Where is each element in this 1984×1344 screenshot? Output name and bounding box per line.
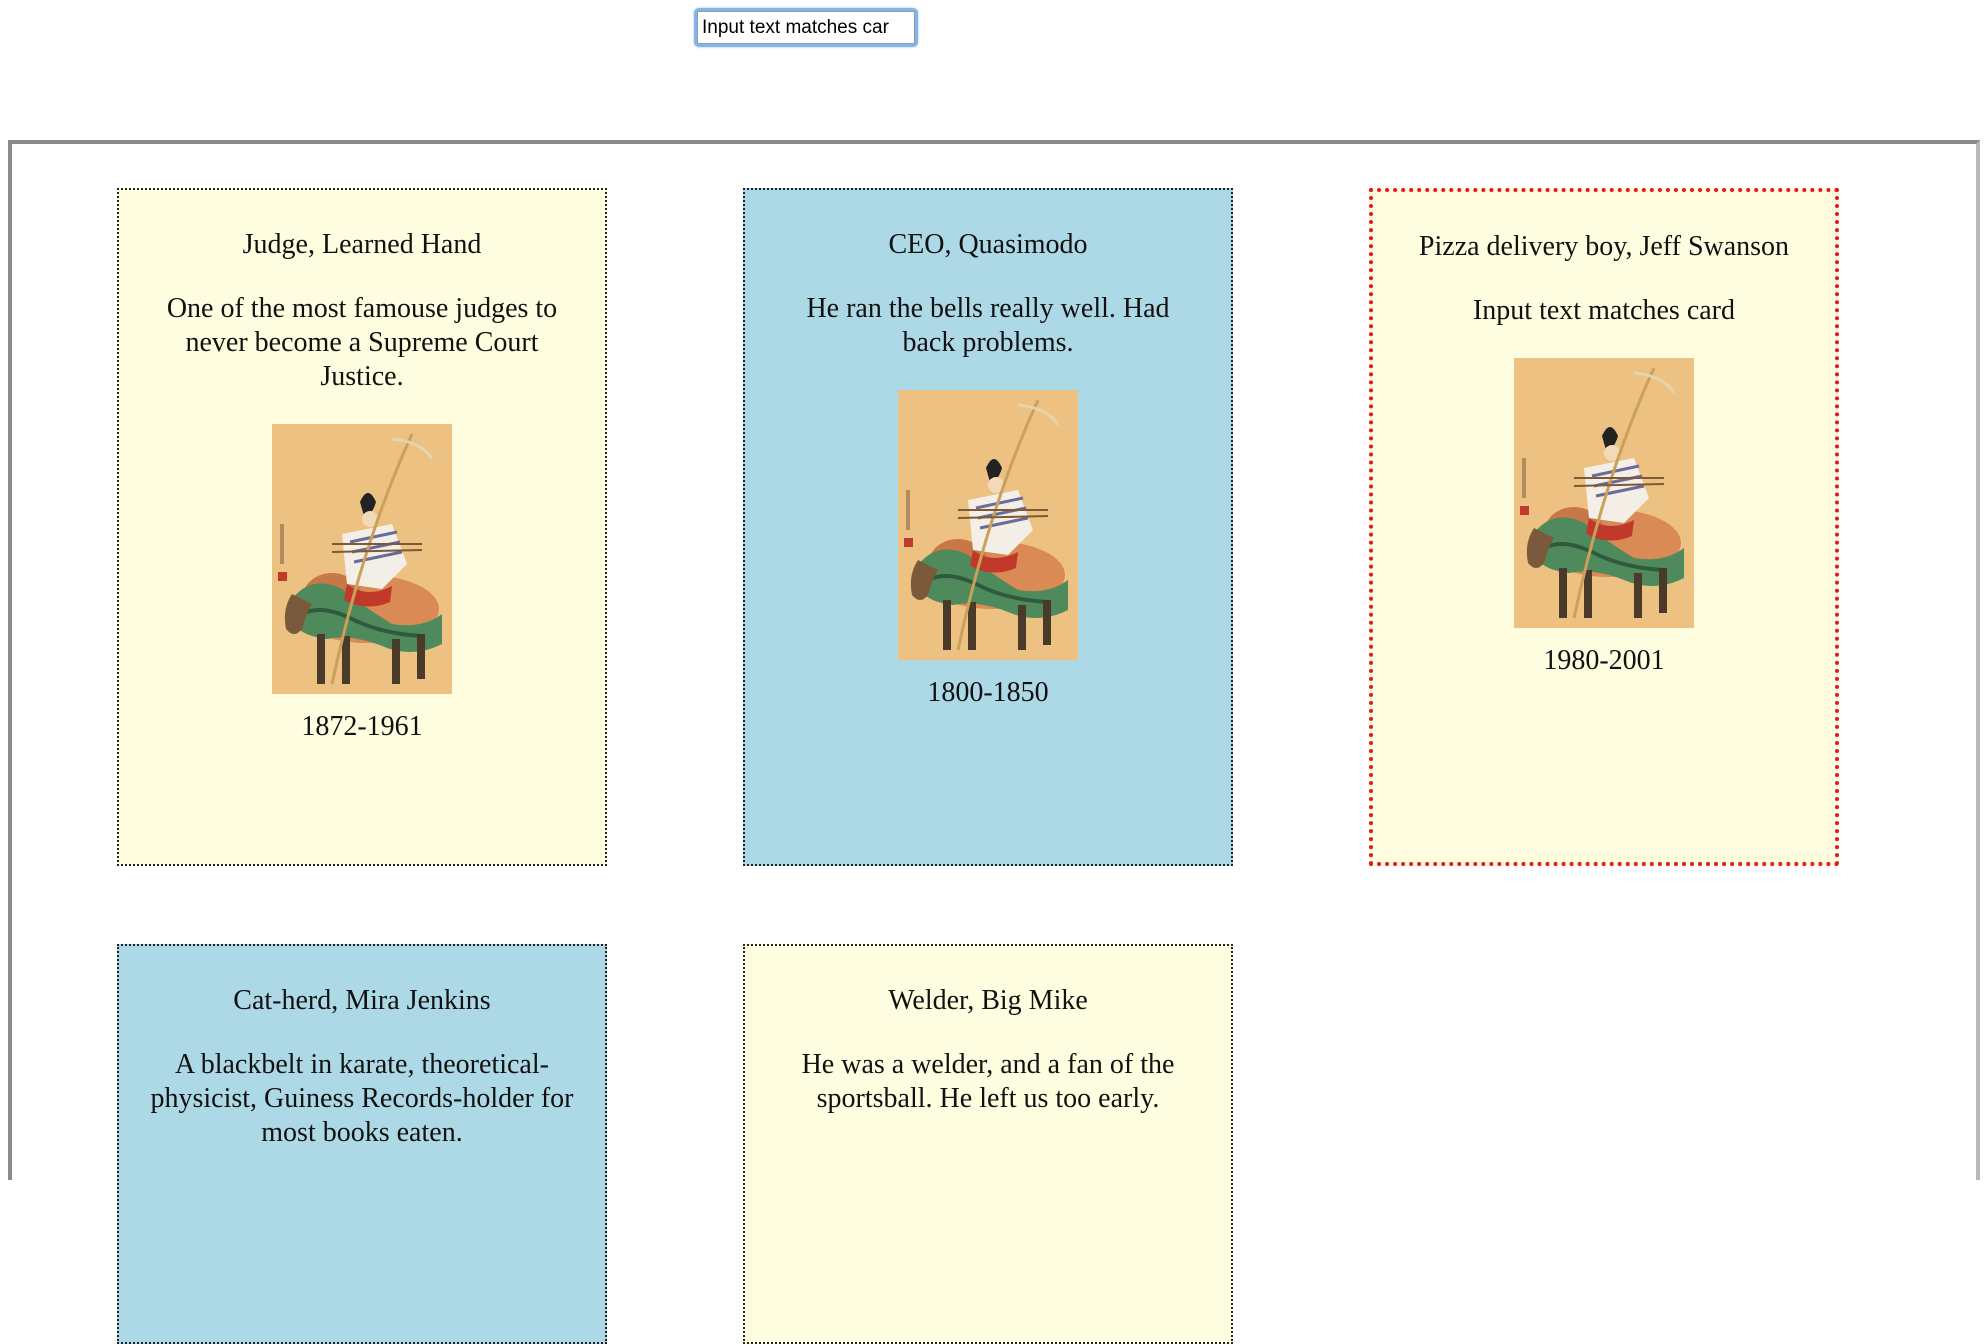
card-years: 1800-1850 xyxy=(927,677,1049,708)
cards-container: Judge, Learned Hand One of the most famo… xyxy=(8,140,1980,1344)
card-title: Pizza delivery boy, Jeff Swanson xyxy=(1418,231,1790,262)
card-ceo-quasimodo[interactable]: CEO, Quasimodo He ran the bells really w… xyxy=(743,188,1233,866)
search-input[interactable] xyxy=(697,11,915,44)
card-description: Input text matches card xyxy=(1472,295,1735,326)
card-title: Cat-herd, Mira Jenkins xyxy=(233,985,491,1016)
card-cat-herd-mira-jenkins[interactable]: Cat-herd, Mira Jenkins A blackbelt in ka… xyxy=(117,944,607,1344)
card-judge-learned-hand[interactable]: Judge, Learned Hand One of the most famo… xyxy=(117,188,607,866)
card-years: 1872-1961 xyxy=(301,711,423,742)
card-years: 1980-2001 xyxy=(1543,645,1665,676)
card-description: He ran the bells really well. Had back p… xyxy=(806,293,1170,358)
card-welder-big-mike[interactable]: Welder, Big Mike He was a welder, and a … xyxy=(743,944,1233,1344)
card-pizza-delivery-jeff-swanson[interactable]: Pizza delivery boy, Jeff Swanson Input t… xyxy=(1369,188,1839,866)
card-description: He was a welder, and a fan of the sports… xyxy=(801,1049,1175,1114)
card-description: A blackbelt in karate, theoretical-physi… xyxy=(150,1049,574,1148)
card-title: Welder, Big Mike xyxy=(888,985,1088,1016)
card-portrait-image xyxy=(898,390,1078,660)
card-description: One of the most famouse judges to never … xyxy=(166,293,558,392)
card-portrait-image xyxy=(1514,358,1694,628)
card-portrait-image xyxy=(272,424,452,694)
card-title: CEO, Quasimodo xyxy=(888,229,1088,260)
card-title: Judge, Learned Hand xyxy=(242,229,482,260)
search-input-wrapper xyxy=(694,8,918,47)
